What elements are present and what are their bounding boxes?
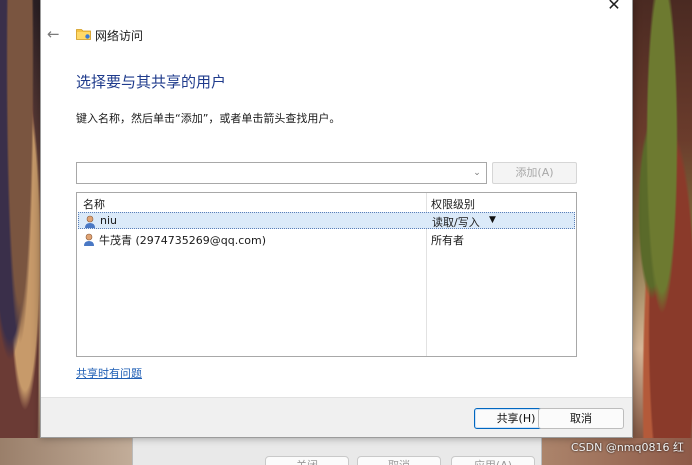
permission-level[interactable]: 读取/写入 — [432, 214, 480, 230]
desktop-background-left — [0, 0, 40, 465]
user-icon — [85, 215, 95, 228]
add-button[interactable]: 添加(A) — [492, 162, 577, 184]
user-name: 牛茂青 (2974735269@qq.com) — [99, 234, 267, 247]
sharing-help-link[interactable]: 共享时有问题 — [76, 365, 142, 381]
close-icon[interactable]: ✕ — [604, 0, 624, 14]
dialog-footer: 共享(H) 取消 — [41, 397, 632, 437]
back-arrow-icon[interactable]: ← — [47, 24, 63, 44]
window-title: 网络访问 — [95, 29, 144, 43]
column-header-permission[interactable]: 权限级别 — [431, 196, 475, 212]
permission-dropdown-icon[interactable]: ▼ — [489, 215, 496, 225]
permission-level: 所有者 — [431, 234, 464, 247]
folder-icon — [76, 29, 91, 40]
background-dialog: 关闭 取消 应用(A) — [132, 438, 542, 465]
user-icon — [84, 233, 94, 246]
user-list[interactable]: 名称 权限级别 niu 读取/写入 ▼ 牛茂青 (2974735269@qq.c… — [76, 192, 577, 357]
network-access-dialog: ✕ ← 网络访问 选择要与其共享的用户 键入名称，然后单击“添加”，或者单击箭头… — [40, 0, 633, 438]
cancel-button[interactable]: 取消 — [538, 408, 624, 429]
list-header: 名称 权限级别 — [77, 193, 576, 211]
column-header-name[interactable]: 名称 — [83, 196, 105, 212]
background-close-button: 关闭 — [265, 456, 349, 465]
user-name-combobox[interactable]: ⌄ — [76, 162, 487, 184]
user-name: niu — [100, 214, 117, 227]
title-bar: ← 网络访问 — [41, 24, 632, 46]
background-apply-button: 应用(A) — [451, 456, 535, 465]
list-item[interactable]: 牛茂青 (2974735269@qq.com) 所有者 — [78, 231, 575, 248]
list-item[interactable]: niu 读取/写入 ▼ — [78, 212, 575, 229]
chevron-down-icon[interactable]: ⌄ — [470, 163, 484, 183]
watermark: CSDN @nmq0816 红 — [570, 441, 684, 454]
instruction-text: 键入名称，然后单击“添加”，或者单击箭头查找用户。 — [76, 112, 341, 125]
desktop-background-right — [632, 0, 692, 465]
page-title: 选择要与其共享的用户 — [76, 73, 227, 91]
background-cancel-button: 取消 — [357, 456, 441, 465]
